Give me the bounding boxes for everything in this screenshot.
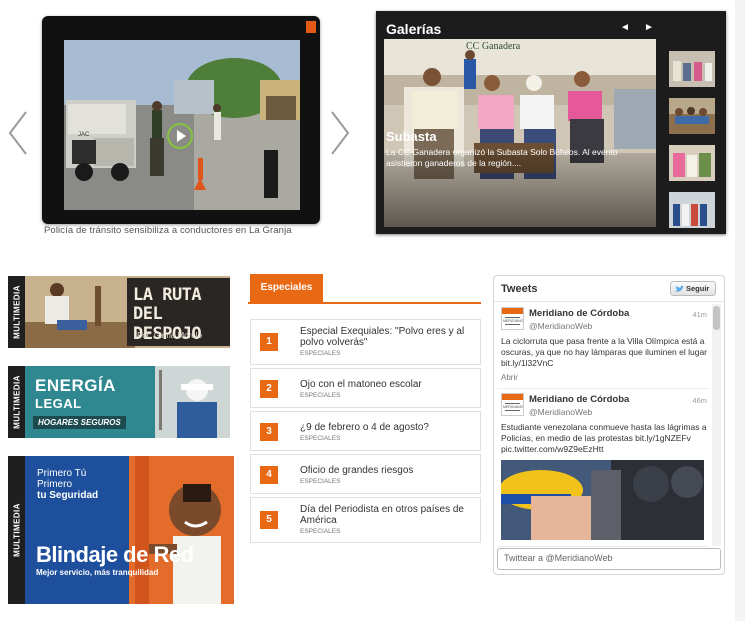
banner-line1: Primero Tú <box>37 468 87 479</box>
scrollbar-thumb[interactable] <box>713 306 720 330</box>
item-category: ESPECIALES <box>300 435 341 442</box>
tweet-text: Estudiante venezolana conmueve hasta las… <box>501 422 707 454</box>
list-item[interactable]: 4 Oficio de grandes riesgos ESPECIALES <box>250 454 481 494</box>
list-item[interactable]: 1 Especial Exequiales: "Polvo eres y al … <box>250 319 481 365</box>
banner-image: Primero Tú Primero tu Seguridad Blindaje… <box>25 456 234 604</box>
tweet-timestamp[interactable]: 46m <box>692 396 707 405</box>
item-category: ESPECIALES <box>300 350 341 357</box>
item-title[interactable]: Oficio de grandes riesgos <box>300 465 476 476</box>
item-category: ESPECIALES <box>300 528 341 535</box>
item-number: 2 <box>260 380 278 398</box>
banner-title-line1: LA RUTA <box>133 285 202 305</box>
especiales-divider <box>248 302 481 304</box>
tweet-text: La ciclorruta que pasa frente a la Villa… <box>501 336 708 368</box>
gallery-thumbnail[interactable] <box>669 98 715 134</box>
item-number: 4 <box>260 466 278 484</box>
list-item[interactable]: 2 Ojo con el matoneo escolar ESPECIALES <box>250 368 481 408</box>
multimedia-tab: MULTIMEDIA <box>8 366 25 438</box>
next-arrow-icon[interactable] <box>328 108 352 158</box>
banner-tagline: HOGARES SEGUROS <box>33 416 126 429</box>
svg-text:MERIDIANO: MERIDIANO <box>503 319 524 323</box>
truck-brand-text: JAC <box>78 132 90 138</box>
banner-title-line1: ENERGÍA <box>35 376 116 395</box>
banner-title-box: LA RUTA DEL DESPOJO Por: Ginna Morelo <box>127 278 230 346</box>
video-caption[interactable]: Policía de tránsito sensibiliza a conduc… <box>44 225 292 236</box>
item-number: 1 <box>260 333 278 351</box>
page-edge <box>735 0 745 621</box>
multimedia-tab: MULTIMEDIA <box>8 456 25 604</box>
list-item[interactable]: 5 Día del Periodista en otros países de … <box>250 497 481 543</box>
tweet-photo[interactable] <box>501 460 704 540</box>
widget-title: Tweets <box>501 283 538 295</box>
twitter-bird-icon <box>675 285 684 292</box>
gallery-prev-icon[interactable]: ◄ <box>620 22 630 33</box>
avatar-logo: MERIDIANO <box>503 405 524 409</box>
avatar[interactable]: MERIDIANO <box>501 393 524 416</box>
twitter-widget: Tweets Seguir MERIDIANO Meridiano de Cór… <box>493 275 725 575</box>
banner-byline: Por: Ginna Morelo <box>137 331 202 340</box>
svg-text:MERIDIANO: MERIDIANO <box>503 405 524 409</box>
banner-image: LA RUTA DEL DESPOJO Por: Ginna Morelo <box>25 276 230 348</box>
item-number: 3 <box>260 423 278 441</box>
feed-scrollbar[interactable] <box>712 304 721 546</box>
tweet-author-handle[interactable]: @MeridianoWeb <box>529 321 592 331</box>
follow-label: Seguir <box>686 284 710 293</box>
tweet-compose-input[interactable]: Twittear a @MeridianoWeb <box>497 548 721 570</box>
tweet-timestamp[interactable]: 41m <box>692 310 707 319</box>
item-title[interactable]: ¿9 de febrero o 4 de agosto? <box>300 422 476 433</box>
multimedia-tab: MULTIMEDIA <box>8 276 25 348</box>
banner-image: ENERGÍA LEGAL HOGARES SEGUROS <box>25 366 230 438</box>
multimedia-banner-blindaje-de-red[interactable]: MULTIMEDIA Primero Tú Primero tu Segurid… <box>8 456 234 604</box>
especiales-list: 1 Especial Exequiales: "Polvo eres y al … <box>250 319 481 546</box>
gallery-title: Galerías <box>386 21 442 37</box>
item-title[interactable]: Día del Periodista en otros países de Am… <box>300 504 476 526</box>
tweet-author-handle[interactable]: @MeridianoWeb <box>529 407 592 417</box>
multimedia-banner-energia-legal[interactable]: MULTIMEDIA ENERGÍA LEGAL HOGARES SEGUROS <box>8 366 230 438</box>
gallery-thumbnail[interactable] <box>669 192 715 228</box>
video-thumbnail[interactable]: JAC <box>64 40 300 210</box>
avatar-logo: MERIDIANO <box>503 319 524 323</box>
banner-line2: Primero <box>37 479 73 490</box>
widget-divider <box>494 301 724 302</box>
avatar[interactable]: MERIDIANO <box>501 307 524 330</box>
tweet-author-name[interactable]: Meridiano de Córdoba <box>529 394 629 405</box>
video-badge-icon <box>306 21 316 33</box>
item-number: 5 <box>260 511 278 529</box>
banner-line3: tu Seguridad <box>37 490 99 501</box>
tweet[interactable]: MERIDIANO Meridiano de Córdoba @Meridian… <box>497 303 709 389</box>
item-category: ESPECIALES <box>300 392 341 399</box>
follow-button[interactable]: Seguir <box>670 281 716 296</box>
tab-especiales[interactable]: Especiales <box>250 274 323 302</box>
gallery-description: La CC Ganadera organizó la Subasta Solo … <box>386 147 618 168</box>
item-title[interactable]: Ojo con el matoneo escolar <box>300 379 476 390</box>
gallery-module: Galerías ◄ ► CC Ganadera Subasta La CC G… <box>376 11 726 234</box>
banner-title: Blindaje de Red <box>36 542 194 567</box>
tweet[interactable]: MERIDIANO Meridiano de Córdoba @Meridian… <box>497 389 709 547</box>
gallery-thumbnail[interactable] <box>669 51 715 87</box>
prev-arrow-icon[interactable] <box>6 108 30 158</box>
video-module: JAC Policía de tránsito sensibiliza a co… <box>0 0 365 240</box>
gallery-heading[interactable]: Subasta <box>386 129 437 144</box>
tweet-author-name[interactable]: Meridiano de Córdoba <box>529 308 629 319</box>
item-title[interactable]: Especial Exequiales: "Polvo eres y al po… <box>300 326 476 348</box>
gallery-photo-banner: CC Ganadera <box>466 41 521 52</box>
page: JAC Policía de tránsito sensibiliza a co… <box>0 0 745 621</box>
gallery-thumbnail[interactable] <box>669 145 715 181</box>
multimedia-banner-ruta-del-despojo[interactable]: MULTIMEDIA LA RUTA DEL DESPOJO Por: Ginn… <box>8 276 230 348</box>
gallery-thumbnails <box>669 51 717 239</box>
list-item[interactable]: 3 ¿9 de febrero o 4 de agosto? ESPECIALE… <box>250 411 481 451</box>
tweet-open-link[interactable]: Abrir <box>501 373 709 382</box>
gallery-next-icon[interactable]: ► <box>644 22 654 33</box>
banner-title-line2: LEGAL <box>35 396 82 411</box>
item-category: ESPECIALES <box>300 478 341 485</box>
video-player[interactable]: JAC <box>42 16 320 224</box>
tweet-feed: MERIDIANO Meridiano de Córdoba @Meridian… <box>497 303 709 547</box>
banner-subtitle: Mejor servicio, más tranquilidad <box>36 568 159 577</box>
